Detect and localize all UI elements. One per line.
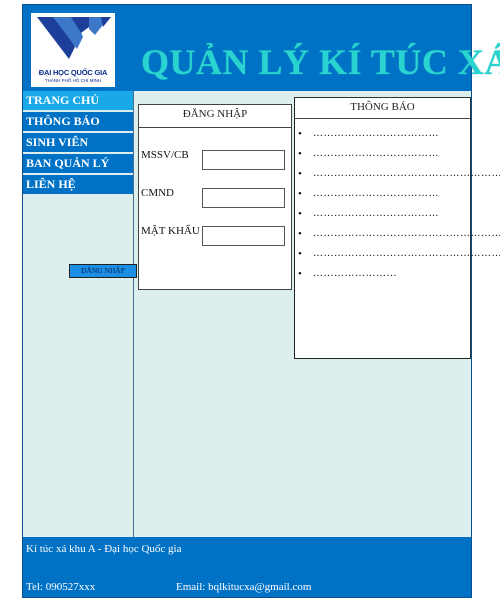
page-frame: ĐẠI HỌC QUỐC GIA THÀNH PHỐ HỒ CHÍ MINH Q… — [22, 4, 500, 598]
sidebar-nav: TRANG CHỦ THÔNG BÁO SINH VIÊN BAN QUẢN L… — [23, 91, 134, 541]
notice-item[interactable]: ……………………………… — [295, 146, 470, 162]
footer-tel: Tel: 090527xxx — [26, 581, 96, 593]
sidebar-item-management[interactable]: BAN QUẢN LÝ — [23, 154, 133, 173]
login-divider — [139, 127, 291, 128]
notice-item[interactable]: ……………………………… — [295, 186, 470, 202]
notice-item[interactable]: ……………………………… — [295, 206, 470, 222]
password-label: MẬT KHẨU — [141, 225, 200, 237]
login-button[interactable]: ĐĂNG NHẬP — [69, 264, 137, 278]
sidebar-item-notices[interactable]: THÔNG BÁO — [23, 112, 133, 131]
logo-subtitle: THÀNH PHỐ HỒ CHÍ MINH — [44, 78, 102, 83]
login-title: ĐĂNG NHẬP — [182, 108, 248, 120]
sidebar-item-students[interactable]: SINH VIÊN — [23, 133, 133, 152]
logo-emblem-icon — [37, 17, 111, 59]
mssv-input[interactable] — [202, 150, 285, 170]
cmnd-label: CMND — [141, 187, 175, 199]
notice-panel: THÔNG BÁO ……………………………… ……………………………… …………… — [294, 97, 500, 359]
university-logo[interactable]: ĐẠI HỌC QUỐC GIA THÀNH PHỐ HỒ CHÍ MINH — [31, 13, 115, 87]
sidebar-item-home[interactable]: TRANG CHỦ — [23, 91, 133, 110]
logo-name: ĐẠI HỌC QUỐC GIA — [38, 68, 108, 77]
footer-email[interactable]: Email: bqlkitucxa@gmail.com — [176, 581, 311, 593]
notice-list: ……………………………… ……………………………… ……………………………………… — [295, 126, 500, 286]
notice-item[interactable]: …………………………………………………… — [295, 246, 500, 262]
notice-title: THÔNG BÁO — [350, 101, 415, 113]
footer-address: Kí túc xá khu A - Đại học Quốc gia — [26, 543, 182, 555]
notice-divider — [295, 118, 470, 119]
password-input[interactable] — [202, 226, 285, 246]
site-footer: Kí túc xá khu A - Đại học Quốc gia Tel: … — [23, 537, 471, 597]
login-panel: ĐĂNG NHẬP MSSV/CB CMND MẬT KHẨU — [138, 104, 292, 290]
site-header: ĐẠI HỌC QUỐC GIA THÀNH PHỐ HỒ CHÍ MINH Q… — [23, 5, 500, 91]
notice-item[interactable]: …………………… — [295, 266, 470, 282]
cmnd-input[interactable] — [202, 188, 285, 208]
mssv-label: MSSV/CB — [141, 149, 189, 161]
sidebar-item-contact[interactable]: LIÊN HỆ — [23, 175, 133, 194]
site-title: QUẢN LÝ KÍ TÚC XÁ — [141, 42, 500, 82]
notice-item[interactable]: ……………………………… — [295, 126, 470, 142]
notice-item[interactable]: ………………………………………………… — [295, 166, 500, 182]
notice-item[interactable]: ………………………………………………… — [295, 226, 500, 242]
